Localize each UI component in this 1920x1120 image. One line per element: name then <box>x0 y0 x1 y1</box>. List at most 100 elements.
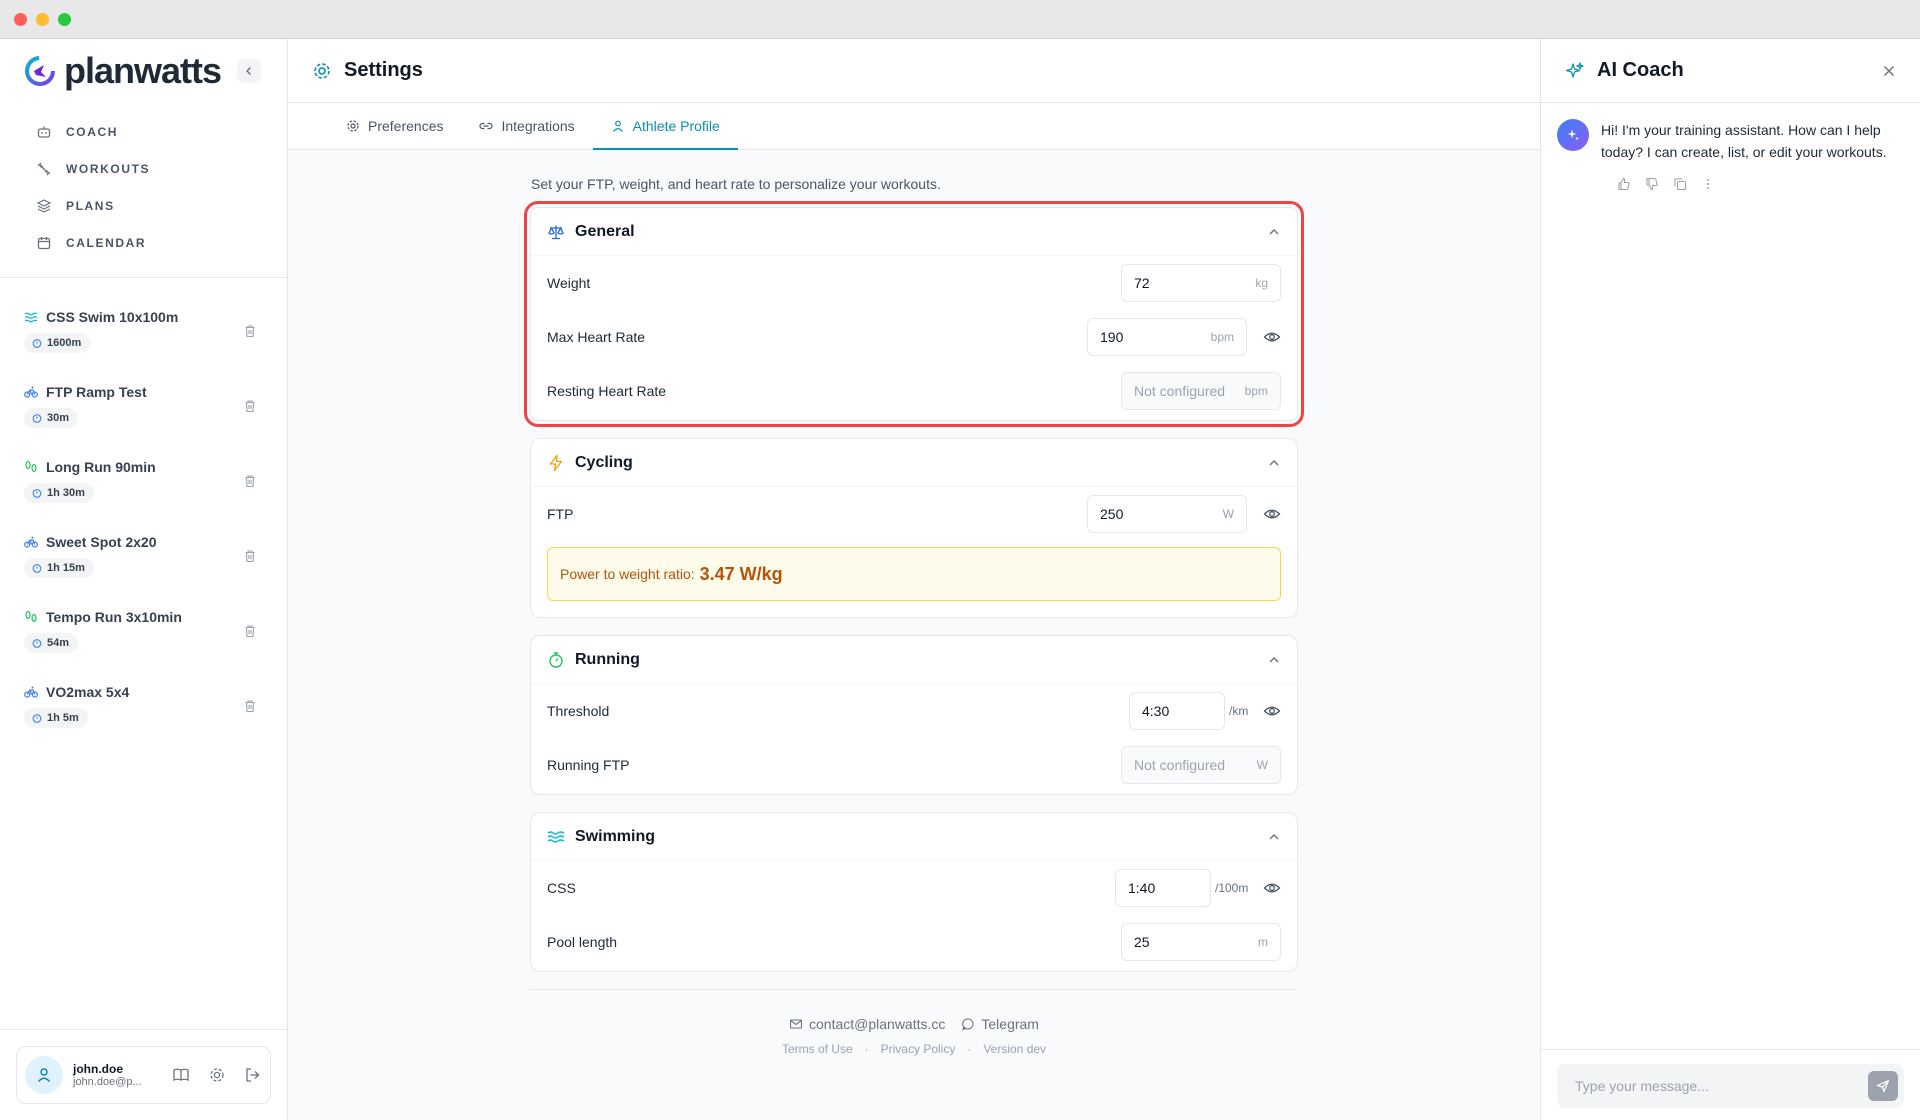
swim-waves-icon <box>547 830 565 843</box>
css-unit: /100m <box>1215 881 1249 895</box>
threshold-field <box>1129 692 1225 730</box>
minimize-window-button[interactable] <box>36 12 49 26</box>
sparkles-icon <box>1565 61 1584 78</box>
pool-length-input[interactable] <box>1134 934 1252 950</box>
book-icon[interactable] <box>172 1066 190 1084</box>
css-row: CSS /100m <box>531 861 1297 915</box>
footer-separator: · <box>864 1042 869 1056</box>
ftp-input[interactable] <box>1100 506 1217 522</box>
chevron-up-icon[interactable] <box>1267 456 1281 470</box>
css-label: CSS <box>547 880 576 896</box>
trash-icon[interactable] <box>243 549 257 563</box>
trash-icon[interactable] <box>243 624 257 638</box>
threshold-label: Threshold <box>547 703 610 719</box>
max-hr-input[interactable] <box>1100 329 1205 345</box>
nav-item-plans[interactable]: PLANS <box>0 187 287 224</box>
threshold-row: Threshold /km <box>531 684 1297 738</box>
layers-icon <box>36 198 52 213</box>
version-label: Version dev <box>983 1042 1047 1056</box>
tab-integrations[interactable]: Integrations <box>461 103 592 149</box>
pool-length-label: Pool length <box>547 934 618 950</box>
gear-icon <box>314 62 330 79</box>
link-icon <box>479 122 494 130</box>
chat-message-input[interactable] <box>1575 1078 1868 1094</box>
running-ftp-row: Running FTP W <box>531 738 1297 792</box>
tab-athlete-profile[interactable]: Athlete Profile <box>592 103 739 150</box>
threshold-input[interactable] <box>1142 703 1212 719</box>
max-hr-row: Max Heart Rate bpm <box>531 310 1297 364</box>
max-hr-label: Max Heart Rate <box>547 329 646 345</box>
workout-item-css-swim[interactable]: CSS Swim 10x100m 1600m <box>0 296 287 371</box>
collapse-sidebar-button[interactable] <box>237 59 261 83</box>
workout-title: FTP Ramp Test <box>46 384 147 400</box>
chat-history: Hi! I'm your training assistant. How can… <box>1541 103 1920 1049</box>
eye-icon[interactable] <box>1263 879 1281 897</box>
workout-item-long-run[interactable]: Long Run 90min 1h 30m <box>0 446 287 521</box>
chevron-up-icon[interactable] <box>1267 830 1281 844</box>
ftp-unit: W <box>1222 507 1234 521</box>
telegram-link[interactable]: Telegram <box>961 1016 1039 1032</box>
max-hr-unit: bpm <box>1210 330 1234 344</box>
badge-label: 54m <box>47 637 70 649</box>
chevron-up-icon[interactable] <box>1267 225 1281 239</box>
message-actions <box>1617 177 1904 191</box>
more-vertical-icon[interactable] <box>1701 177 1715 191</box>
footer-separator: · <box>967 1042 972 1056</box>
trash-icon[interactable] <box>243 399 257 413</box>
running-ftp-input[interactable] <box>1134 757 1251 773</box>
nav-label: COACH <box>66 124 118 139</box>
dumbbell-icon <box>37 162 51 175</box>
workout-item-sweet-spot[interactable]: Sweet Spot 2x20 1h 15m <box>0 521 287 596</box>
maximize-window-button[interactable] <box>58 12 71 26</box>
scale-icon <box>548 225 564 239</box>
user-email: john.doe@p... <box>73 1076 142 1088</box>
chevron-up-icon[interactable] <box>1267 653 1281 667</box>
timer-icon <box>32 564 42 573</box>
pool-length-row: Pool length m <box>531 915 1297 969</box>
css-input[interactable] <box>1128 880 1198 896</box>
sidebar: planwatts COACH WORKOUTS PLANS CALENDAR … <box>0 39 288 1120</box>
weight-input[interactable] <box>1134 275 1250 291</box>
eye-icon[interactable] <box>1263 328 1281 346</box>
copy-icon[interactable] <box>1673 177 1687 191</box>
workout-item-vo2max[interactable]: VO2max 5x4 1h 5m <box>0 671 287 746</box>
trash-icon[interactable] <box>243 699 257 713</box>
running-card-header[interactable]: Running <box>531 636 1297 684</box>
threshold-unit: /km <box>1229 704 1249 718</box>
resting-hr-input[interactable] <box>1134 383 1239 399</box>
general-card-header[interactable]: General <box>531 208 1297 256</box>
bike-icon <box>24 536 38 548</box>
trash-icon[interactable] <box>243 324 257 338</box>
swimming-card-header[interactable]: Swimming <box>531 813 1297 861</box>
workout-item-ftp-ramp[interactable]: FTP Ramp Test 30m <box>0 371 287 446</box>
nav-item-calendar[interactable]: CALENDAR <box>0 224 287 261</box>
tab-preferences[interactable]: Preferences <box>328 103 461 149</box>
timer-icon <box>32 639 42 648</box>
logout-icon[interactable] <box>244 1066 262 1084</box>
nav-item-coach[interactable]: COACH <box>0 113 287 150</box>
telegram-label: Telegram <box>981 1016 1039 1032</box>
nav-item-workouts[interactable]: WORKOUTS <box>0 150 287 187</box>
bike-icon <box>24 686 38 698</box>
thumbs-up-icon[interactable] <box>1617 177 1631 191</box>
eye-icon[interactable] <box>1263 702 1281 720</box>
workout-item-tempo-run[interactable]: Tempo Run 3x10min 54m <box>0 596 287 671</box>
thumbs-down-icon[interactable] <box>1645 177 1659 191</box>
pool-length-field: m <box>1121 923 1281 961</box>
contact-email-link[interactable]: contact@planwatts.cc <box>789 1016 945 1032</box>
badge-label: 1h 5m <box>47 712 79 724</box>
send-button[interactable] <box>1868 1071 1898 1101</box>
terms-link[interactable]: Terms of Use <box>782 1042 853 1056</box>
close-icon[interactable] <box>1882 64 1896 78</box>
eye-icon[interactable] <box>1263 505 1281 523</box>
ftp-row: FTP W <box>531 487 1297 541</box>
running-title: Running <box>575 650 640 668</box>
privacy-link[interactable]: Privacy Policy <box>881 1042 956 1056</box>
avatar[interactable] <box>25 1056 63 1094</box>
trash-icon[interactable] <box>243 474 257 488</box>
close-window-button[interactable] <box>14 12 27 26</box>
lightning-icon <box>549 454 563 471</box>
cycling-card-header[interactable]: Cycling <box>531 439 1297 487</box>
cycling-title: Cycling <box>575 453 633 471</box>
gear-icon[interactable] <box>208 1066 226 1084</box>
